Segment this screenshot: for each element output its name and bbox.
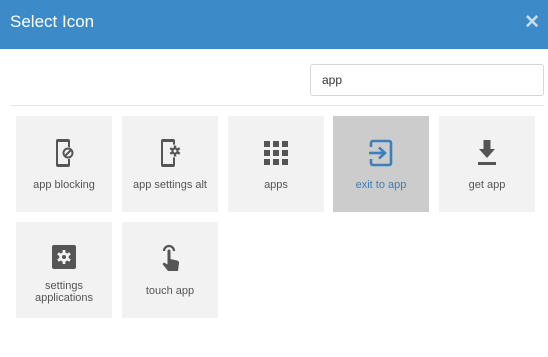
dialog-title: Select Icon [10, 12, 95, 31]
icon-label: settings applications [34, 280, 94, 304]
dialog-header: Select Icon ✕ [0, 0, 548, 49]
icon-tile-exit-to-app[interactable]: exit to app [333, 116, 429, 212]
app-blocking-icon [56, 139, 74, 167]
get-app-icon [478, 140, 496, 165]
icon-tile-get-app[interactable]: get app [439, 116, 535, 212]
divider [10, 105, 544, 106]
icon-tile-app-blocking[interactable]: app blocking [16, 116, 112, 212]
touch-app-icon [162, 244, 180, 271]
apps-icon [264, 141, 288, 165]
icon-tile-settings-applications[interactable]: settings applications [16, 222, 112, 318]
close-icon[interactable]: ✕ [524, 13, 540, 32]
search-input[interactable] [310, 64, 544, 96]
icon-label: app blocking [33, 179, 95, 191]
exit-to-app-icon [369, 139, 393, 167]
icon-label: app settings alt [133, 179, 207, 191]
settings-applications-icon [52, 245, 76, 269]
icon-tile-touch-app[interactable]: touch app [122, 222, 218, 318]
app-settings-alt-icon [161, 139, 182, 167]
icon-tile-app-settings-alt[interactable]: app settings alt [122, 116, 218, 212]
icon-label: exit to app [355, 179, 407, 191]
icon-label: apps [264, 179, 288, 191]
icon-label: touch app [145, 285, 195, 297]
icon-label: get app [468, 179, 506, 191]
icon-tile-apps[interactable]: apps [228, 116, 324, 212]
